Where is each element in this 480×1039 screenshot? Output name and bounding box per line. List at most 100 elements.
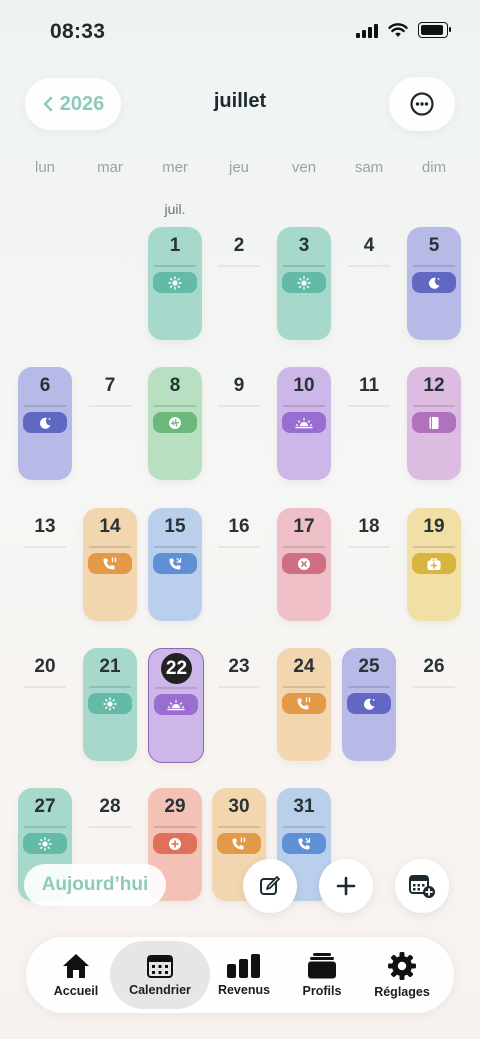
more-options-button[interactable]: [389, 77, 455, 131]
shift-pill: [217, 833, 261, 854]
day-cell[interactable]: 20: [18, 648, 72, 761]
day-number: 16: [228, 516, 250, 537]
shift-pill: [88, 553, 132, 574]
add-calendar-button[interactable]: [395, 859, 449, 913]
stack-icon: [308, 953, 336, 979]
shift-pill: [23, 412, 67, 433]
home-icon: [63, 954, 89, 978]
day-cell-today[interactable]: 22: [148, 648, 204, 763]
day-cell[interactable]: 8: [148, 367, 202, 480]
day-cell[interactable]: 7: [83, 367, 137, 480]
calendar-plus-icon: [409, 875, 435, 898]
weekday-label: jeu: [228, 159, 250, 176]
weekday-label: mar: [97, 159, 123, 176]
moon-icon: [427, 276, 441, 290]
sun-icon: [168, 275, 182, 290]
day-cell[interactable]: 15: [148, 508, 202, 621]
day-number: 6: [39, 375, 51, 396]
day-number: 20: [34, 656, 56, 677]
day-cell[interactable]: 19: [407, 508, 461, 621]
day-cell[interactable]: 16: [212, 508, 266, 621]
add-button[interactable]: [319, 859, 373, 913]
shift-pill: [153, 412, 197, 433]
day-cell[interactable]: 14: [83, 508, 137, 621]
shift-pill: [282, 833, 326, 854]
weekday-label: lun: [34, 159, 56, 176]
day-cell[interactable]: 12: [407, 367, 461, 480]
tab-label: Accueil: [53, 984, 99, 998]
day-number: 12: [423, 375, 445, 396]
tab-calendrier[interactable]: Calendrier: [110, 941, 210, 1009]
sun-icon: [297, 275, 311, 290]
day-divider: [348, 686, 390, 688]
sunrise-icon: [167, 699, 185, 711]
day-cell[interactable]: 9: [212, 367, 266, 480]
status-bar: 08:33: [0, 0, 480, 60]
tab-reglages[interactable]: Réglages: [354, 941, 450, 1009]
day-cell[interactable]: 24: [277, 648, 331, 761]
day-cell[interactable]: 21: [83, 648, 137, 761]
gear-icon: [388, 952, 416, 980]
day-cell[interactable]: 23: [212, 648, 266, 761]
day-divider: [89, 405, 131, 407]
shift-pill: [154, 694, 198, 715]
day-divider: [89, 826, 131, 828]
plane-icon: [168, 416, 182, 430]
phone-icon: [168, 557, 182, 571]
day-number: 23: [228, 656, 250, 677]
day-cell[interactable]: 10: [277, 367, 331, 480]
day-cell[interactable]: 5: [407, 227, 461, 340]
day-cell[interactable]: 3: [277, 227, 331, 340]
tab-label: Revenus: [217, 983, 271, 997]
day-number: 4: [363, 235, 375, 256]
shift-pill: [23, 833, 67, 854]
day-cell[interactable]: 13: [18, 508, 72, 621]
day-cell[interactable]: 6: [18, 367, 72, 480]
tab-label: Profils: [302, 984, 342, 998]
shift-pill: [153, 272, 197, 293]
day-number: 7: [104, 375, 116, 396]
weekday-label: mer: [162, 159, 188, 176]
tab-label: Réglages: [374, 985, 430, 999]
day-cell[interactable]: 11: [342, 367, 396, 480]
day-divider: [283, 686, 325, 688]
day-divider: [283, 826, 325, 828]
day-divider: [89, 686, 131, 688]
day-divider: [413, 265, 455, 267]
day-cell[interactable]: 2: [212, 227, 266, 340]
day-number: 28: [99, 796, 121, 817]
edit-icon: [260, 876, 280, 895]
day-number: 17: [293, 516, 315, 537]
edit-button[interactable]: [243, 859, 297, 913]
day-number: 31: [293, 796, 315, 817]
day-number: 24: [293, 656, 315, 677]
day-cell[interactable]: 17: [277, 508, 331, 621]
day-divider: [154, 265, 196, 267]
shift-pill: [88, 693, 132, 714]
book-icon: [428, 416, 440, 430]
status-time: 08:33: [50, 20, 106, 43]
shift-pill: [282, 553, 326, 574]
today-button[interactable]: Aujourd’hui: [24, 864, 166, 906]
day-divider: [218, 265, 260, 267]
today-badge: 22: [161, 653, 192, 684]
battery-icon: [418, 22, 451, 38]
day-divider: [413, 546, 455, 548]
day-cell[interactable]: 18: [342, 508, 396, 621]
day-number: 21: [99, 656, 121, 677]
day-cell[interactable]: 1: [148, 227, 202, 340]
day-number: 10: [293, 375, 315, 396]
day-cell[interactable]: 25: [342, 648, 396, 761]
wifi-icon: [388, 22, 408, 37]
sun-icon: [103, 696, 117, 711]
medkit-icon: [426, 557, 442, 571]
day-cell[interactable]: 4: [342, 227, 396, 340]
day-divider: [24, 686, 66, 688]
day-number: 26: [423, 656, 445, 677]
day-cell[interactable]: 26: [407, 648, 461, 761]
sun-icon: [38, 836, 52, 851]
shift-pill: [412, 412, 456, 433]
day-divider: [283, 546, 325, 548]
day-number: 11: [358, 375, 380, 396]
day-divider: [154, 405, 196, 407]
